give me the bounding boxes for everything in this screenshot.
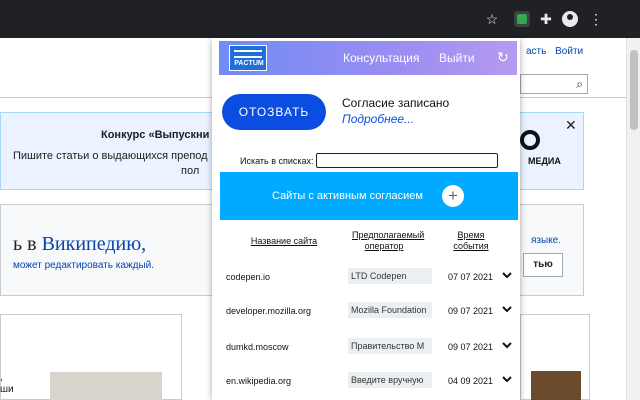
- wp-languages-link[interactable]: языке.: [531, 235, 561, 246]
- browser-toolbar: ☆ ✚ ⋮: [0, 0, 640, 38]
- wp-featured-snippet: , ши: [0, 372, 14, 396]
- row-site: en.wikipedia.org: [226, 376, 292, 386]
- wp-link-partial[interactable]: асть: [526, 46, 546, 57]
- wikimedia-logo-icon: [520, 130, 540, 150]
- chevron-down-icon[interactable]: [502, 374, 512, 384]
- add-button[interactable]: +: [442, 185, 464, 207]
- column-header-site[interactable]: Название сайта: [246, 236, 322, 247]
- wp-portrait-image: [50, 372, 162, 400]
- pactum-logo-text: PACTUM: [234, 60, 264, 67]
- row-date: 09 07 2021: [448, 306, 494, 316]
- row-site: codepen.io: [226, 272, 271, 282]
- row-date: 07 07 2021: [448, 272, 494, 282]
- row-site: dumkd.moscow: [226, 342, 289, 352]
- avatar[interactable]: [562, 11, 578, 27]
- wp-side-panel: [520, 314, 590, 400]
- wp-top-links: асть Войти: [520, 46, 583, 57]
- search-icon[interactable]: ⌕: [576, 77, 583, 92]
- row-operator[interactable]: Правительство М: [348, 338, 432, 354]
- table-row[interactable]: developer.mozilla.org Mozilla Foundation…: [212, 300, 520, 324]
- snippet-line: ,: [0, 372, 3, 383]
- puzzle-icon[interactable]: ✚: [538, 11, 554, 27]
- close-icon[interactable]: ✕: [565, 117, 577, 134]
- wp-side-image: [531, 371, 581, 400]
- star-icon[interactable]: ☆: [484, 11, 500, 27]
- row-date: 09 07 2021: [448, 342, 494, 352]
- wp-login-link[interactable]: Войти: [555, 46, 583, 57]
- row-operator[interactable]: LTD Codepen: [348, 268, 432, 284]
- consent-status: Согласие записано: [342, 96, 450, 110]
- wp-banner-text: Пишите статьи о выдающихся препод: [13, 150, 208, 162]
- table-row[interactable]: en.wikipedia.org Введите вручную 04 09 2…: [212, 370, 520, 394]
- wikimedia-label: МЕДИА: [528, 156, 561, 166]
- menu-icon[interactable]: ⋮: [588, 11, 604, 27]
- wp-welcome-title: ь в Википедию,: [13, 233, 146, 256]
- wp-welcome-link[interactable]: Википедию,: [42, 233, 147, 255]
- row-site: developer.mozilla.org: [226, 306, 312, 316]
- wp-banner-text-cont: пол: [181, 165, 200, 177]
- pactum-extension-icon[interactable]: [514, 11, 530, 27]
- snippet-line: ши: [0, 384, 14, 395]
- pactum-logo: PACTUM: [229, 45, 267, 71]
- search-label: Искать в списках:: [240, 156, 314, 166]
- logout-link[interactable]: Выйти: [439, 51, 475, 65]
- wp-welcome-sub[interactable]: может редактировать каждый.: [13, 260, 154, 271]
- revoke-button[interactable]: ОТОЗВАТЬ: [222, 94, 326, 130]
- popup-header: PACTUM Консультация Выйти ↻: [219, 41, 517, 75]
- row-date: 04 09 2021: [448, 376, 494, 386]
- chevron-down-icon[interactable]: [502, 340, 512, 350]
- row-operator[interactable]: Mozilla Foundation: [348, 302, 432, 318]
- consultation-link[interactable]: Консультация: [343, 51, 419, 65]
- column-header-time[interactable]: Время события: [448, 230, 494, 252]
- wp-welcome-prefix: ь в: [13, 233, 42, 255]
- table-row[interactable]: codepen.io LTD Codepen 07 07 2021: [212, 266, 520, 290]
- row-operator[interactable]: Введите вручную: [348, 372, 432, 388]
- active-consent-section: Сайты с активным согласием +: [220, 172, 518, 220]
- chevron-down-icon[interactable]: [502, 270, 512, 280]
- search-input[interactable]: [316, 153, 498, 168]
- consent-more-link[interactable]: Подробнее...: [342, 112, 414, 126]
- wp-banner-title: Конкурс «Выпускни: [101, 129, 210, 141]
- table-row[interactable]: dumkd.moscow Правительство М 09 07 2021: [212, 336, 520, 360]
- refresh-icon[interactable]: ↻: [497, 49, 509, 66]
- column-header-operator[interactable]: Предполагаемый оператор: [352, 230, 424, 252]
- chevron-down-icon[interactable]: [502, 304, 512, 314]
- wp-search-input[interactable]: ⌕: [520, 74, 588, 94]
- pactum-popup: PACTUM Консультация Выйти ↻ ОТОЗВАТЬ Сог…: [212, 38, 520, 400]
- page-scrollbar[interactable]: [626, 38, 640, 400]
- active-consent-label: Сайты с активным согласием: [272, 190, 423, 202]
- wp-create-article-button[interactable]: тью: [523, 253, 563, 277]
